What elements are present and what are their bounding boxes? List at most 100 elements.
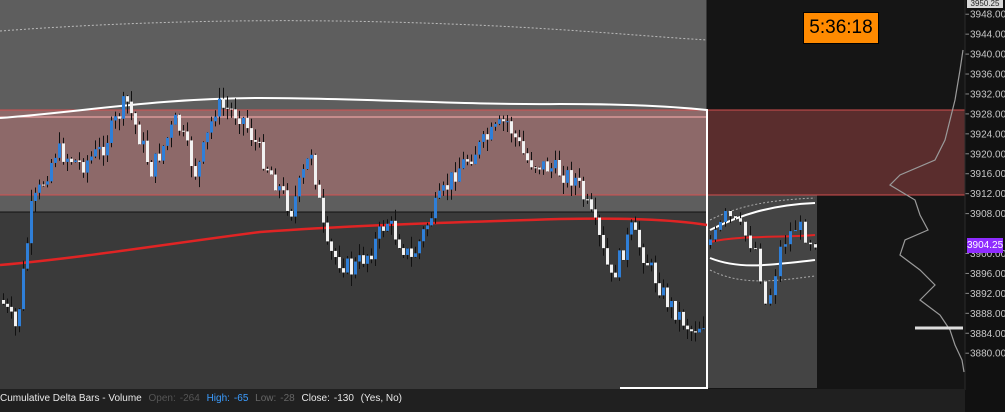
candle-body (42, 184, 45, 186)
candle-body (506, 121, 509, 123)
candle-body (470, 161, 473, 164)
candle-body (2, 300, 5, 304)
candle-body (784, 244, 787, 247)
price-label-8: 3916.00 (970, 169, 1005, 180)
candle-body (558, 160, 561, 176)
candle-body (222, 98, 225, 108)
candle-body (166, 137, 169, 146)
candle-body (694, 331, 697, 333)
price-chart[interactable]: 3948.00 3944.00 3940.00 3936.00 3932.00 3928.… (0, 0, 1005, 412)
candle-body (610, 264, 613, 273)
candle-body (462, 159, 465, 169)
candle-body (514, 133, 517, 138)
candle-body (70, 158, 73, 163)
candle-body (270, 170, 273, 175)
candle-body (638, 229, 641, 248)
candle-body (118, 116, 121, 119)
candle-body (478, 141, 481, 155)
top-price-tag: 3950.25 (967, 0, 1003, 8)
indicator-name: Cumulative Delta Bars - Volume (0, 393, 142, 404)
candle-body (122, 96, 125, 119)
candle-body (534, 167, 537, 169)
price-label-6: 3924.00 (970, 129, 1005, 140)
candle-body (498, 119, 501, 124)
candle-body (226, 107, 229, 109)
candle-body (502, 119, 505, 122)
candle-body (394, 220, 397, 240)
candle-body (779, 246, 782, 277)
candle-body (414, 253, 417, 257)
candle-body (346, 258, 349, 273)
candle-body (130, 101, 133, 114)
candle-body (804, 221, 807, 243)
candle-body (254, 140, 257, 142)
candle-body (618, 250, 621, 278)
candle-body (62, 143, 65, 162)
candle-body (814, 244, 817, 248)
candle-body (764, 281, 767, 304)
close-value: -130 (333, 393, 354, 404)
candle-body (634, 222, 637, 230)
price-axis: 3948.00 3944.00 3940.00 3936.00 3932.00 3928.… (965, 10, 1005, 360)
indicator-status-bar[interactable]: Cumulative Delta Bars - Volume Open: -264… (0, 389, 965, 412)
high-value: -65 (233, 393, 249, 404)
candle-body (186, 131, 189, 141)
candle-body (14, 311, 17, 327)
candle-body (486, 134, 489, 140)
candle-body (378, 226, 381, 239)
candle-body (658, 283, 661, 296)
price-label-12: 3896.00 (970, 269, 1005, 280)
candle-body (282, 186, 285, 191)
candle-body (98, 146, 101, 150)
candle-body (538, 167, 541, 170)
candle-body (562, 175, 565, 183)
candle-body (94, 149, 97, 157)
candle-body (370, 255, 373, 260)
candle-body (22, 268, 25, 310)
candle-body (194, 166, 197, 177)
price-label-0: 3948.00 (970, 10, 1005, 21)
candle-body (406, 248, 409, 255)
candle-body (749, 235, 752, 249)
candle-body (650, 262, 653, 266)
low-value: -28 (280, 393, 295, 404)
candle-body (382, 226, 385, 231)
candle-body (318, 184, 321, 198)
candle-body (374, 238, 377, 260)
candle-body (422, 229, 425, 242)
candle-body (82, 162, 85, 173)
candle-body (190, 140, 193, 167)
candle-body (794, 230, 797, 232)
candle-body (614, 272, 617, 278)
candle-body (262, 142, 265, 169)
price-label-14: 3888.00 (970, 309, 1005, 320)
candle-body (326, 222, 329, 242)
candle-body (666, 287, 669, 308)
candle-body (146, 140, 149, 163)
price-label-1: 3944.00 (970, 30, 1005, 41)
candle-body (418, 241, 421, 254)
candle-body (622, 250, 625, 260)
candle-body (338, 257, 341, 269)
candle-body (430, 218, 433, 226)
candle-body (474, 154, 477, 164)
candle-body (438, 190, 441, 198)
candle-body (646, 262, 649, 266)
candle-body (354, 261, 357, 275)
bar-timer: 5:36:18 (803, 12, 879, 44)
candle-body (314, 154, 317, 185)
candle-body (38, 184, 41, 193)
candle-body (18, 309, 21, 327)
candle-body (554, 160, 557, 169)
close-label: Close: (301, 393, 330, 404)
candle-body (442, 185, 445, 191)
candle-body (238, 118, 241, 124)
candle-body (294, 196, 297, 217)
candle-body (799, 221, 802, 231)
candle-body (606, 248, 609, 265)
candle-body (390, 220, 393, 224)
candle-body (789, 231, 792, 245)
candle-body (446, 185, 449, 190)
candle-body (230, 108, 233, 110)
candle-body (306, 158, 309, 170)
